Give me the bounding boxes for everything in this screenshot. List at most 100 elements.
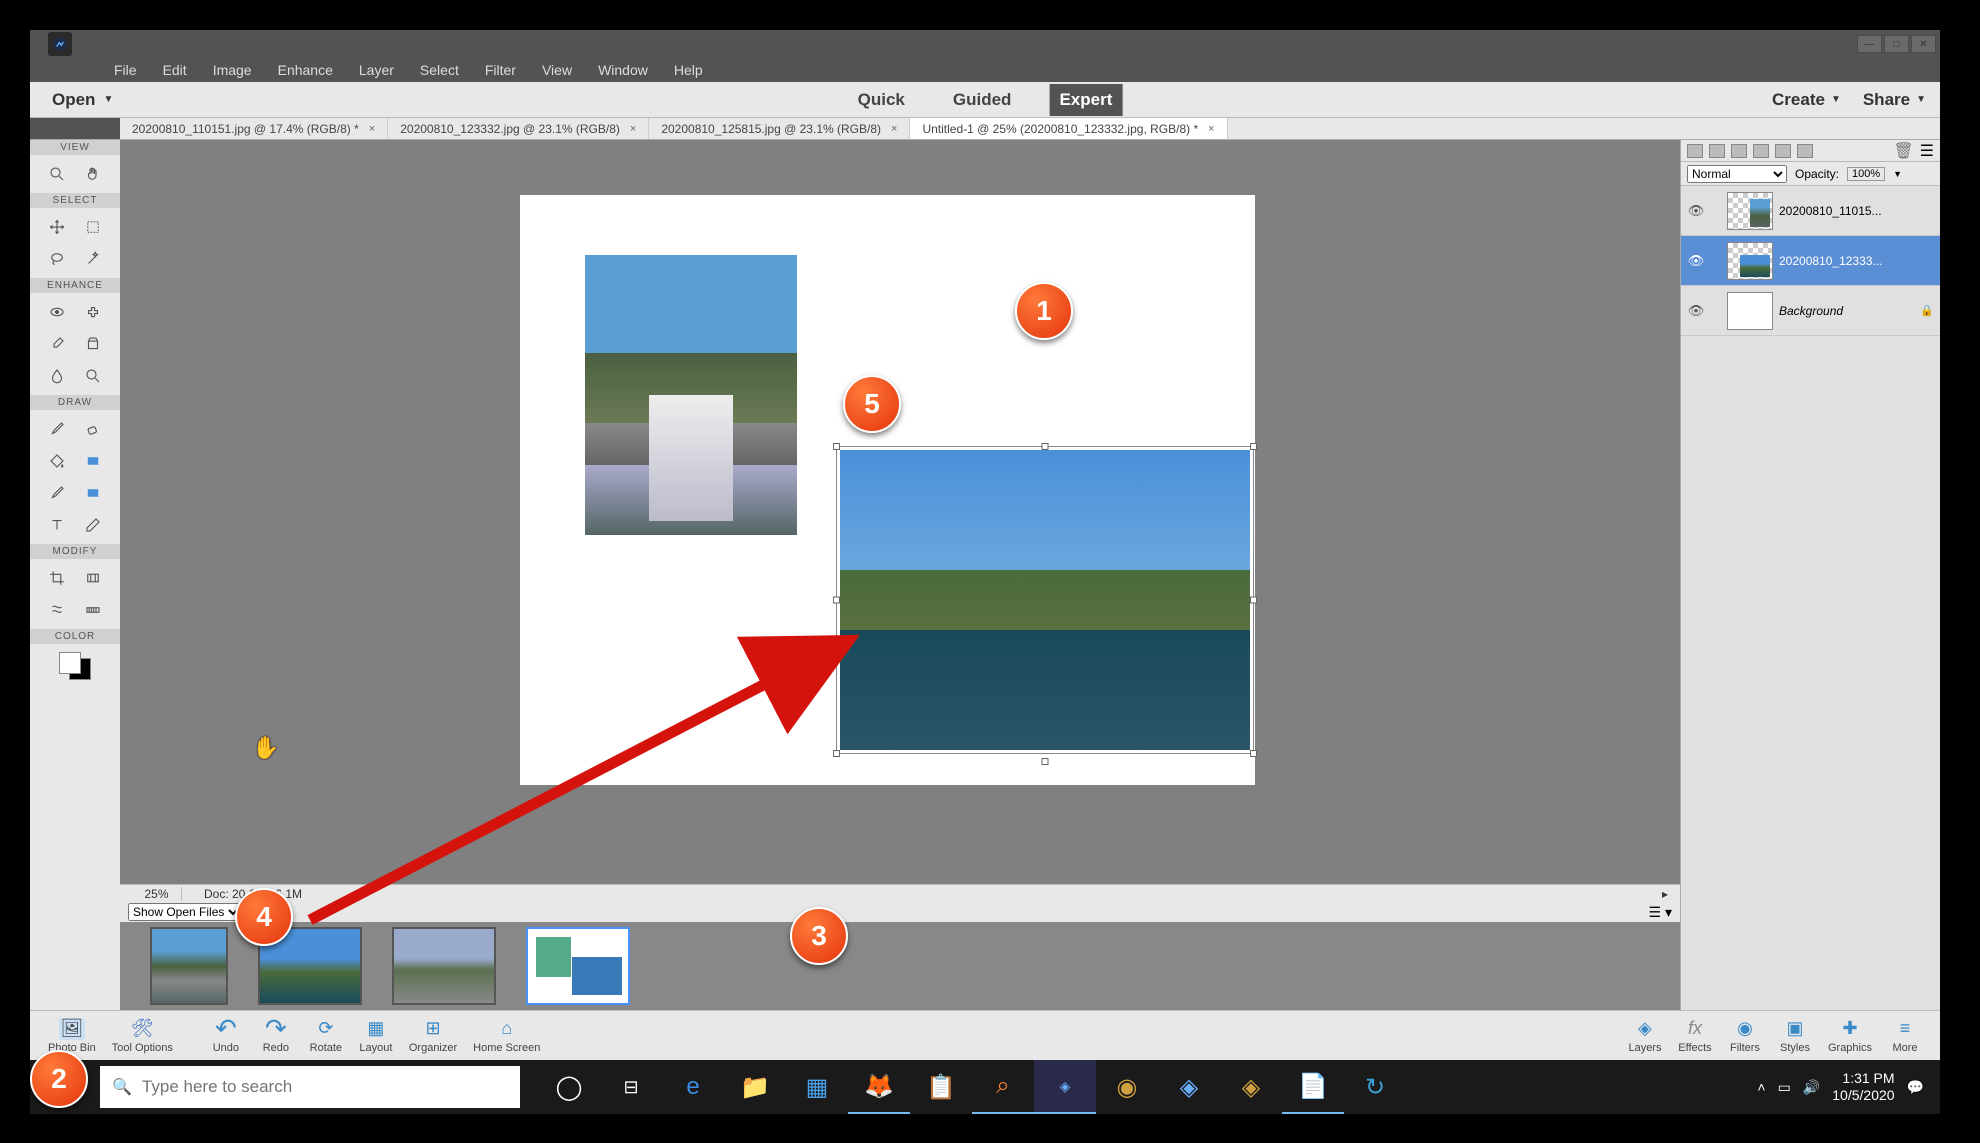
photobin-thumb[interactable] — [150, 927, 228, 1005]
styles-button[interactable]: ▣Styles — [1770, 1018, 1820, 1054]
shape-tool-icon[interactable] — [78, 480, 108, 506]
app-icon[interactable]: ◉ — [1096, 1060, 1158, 1114]
content-move-tool-icon[interactable] — [42, 597, 72, 623]
transform-handle[interactable] — [1042, 443, 1049, 450]
placed-image-waterfall[interactable] — [585, 255, 797, 535]
transform-handle[interactable] — [1250, 597, 1257, 604]
move-tool-icon[interactable] — [42, 214, 72, 240]
doc-tab[interactable]: 20200810_125815.jpg @ 23.1% (RGB/8)× — [649, 118, 910, 139]
pse-icon[interactable]: ◈ — [1034, 1060, 1096, 1114]
undo-button[interactable]: ↶Undo — [201, 1018, 251, 1054]
share-button[interactable]: Share▼ — [1863, 90, 1926, 110]
hand-tool-icon[interactable] — [78, 161, 108, 187]
menu-filter[interactable]: Filter — [473, 60, 528, 80]
menu-enhance[interactable]: Enhance — [266, 60, 345, 80]
layer-name[interactable]: Background — [1779, 304, 1914, 318]
taskbar-search[interactable]: 🔍 — [100, 1066, 520, 1108]
graphics-button[interactable]: ✚Graphics — [1820, 1018, 1880, 1054]
photobin-dropdown[interactable]: Show Open Files — [128, 903, 242, 921]
transform-handle[interactable] — [833, 443, 840, 450]
photobin-thumb[interactable] — [392, 927, 496, 1005]
organizer-button[interactable]: ⊞Organizer — [401, 1018, 465, 1054]
photo-bin-button[interactable]: 🖼Photo Bin — [40, 1018, 104, 1054]
opacity-value[interactable]: 100% — [1847, 167, 1885, 181]
app-icon[interactable]: 📄 — [1282, 1060, 1344, 1114]
close-tab-icon[interactable]: × — [891, 123, 897, 135]
tray-chevron-icon[interactable]: ˄ — [1757, 1079, 1765, 1095]
layer-row[interactable]: 👁 20200810_12333... — [1681, 236, 1940, 286]
search-input[interactable] — [142, 1077, 508, 1097]
layer-row[interactable]: 👁 20200810_11015... — [1681, 186, 1940, 236]
lasso-tool-icon[interactable] — [42, 246, 72, 272]
notification-icon[interactable]: 💬 — [1907, 1079, 1924, 1096]
brush-tool-icon[interactable] — [42, 416, 72, 442]
explorer-icon[interactable]: 📁 — [724, 1060, 786, 1114]
close-tab-icon[interactable]: × — [369, 123, 375, 135]
window-minimize-button[interactable]: — — [1857, 35, 1882, 53]
tray-volume-icon[interactable]: 🔊 — [1803, 1079, 1820, 1096]
doc-tab[interactable]: Untitled-1 @ 25% (20200810_123332.jpg, R… — [910, 118, 1227, 139]
transform-handle[interactable] — [833, 750, 840, 757]
transform-handle[interactable] — [1250, 750, 1257, 757]
layer-thumb[interactable] — [1727, 242, 1773, 280]
zoom-tool-icon[interactable] — [42, 161, 72, 187]
create-button[interactable]: Create▼ — [1772, 90, 1841, 110]
window-close-button[interactable]: ✕ — [1911, 35, 1936, 53]
eyedropper-tool-icon[interactable] — [42, 331, 72, 357]
home-screen-button[interactable]: ⌂Home Screen — [465, 1018, 548, 1054]
task-view-icon[interactable]: ⊟ — [600, 1060, 662, 1114]
window-maximize-button[interactable]: □ — [1884, 35, 1909, 53]
close-tab-icon[interactable]: × — [1208, 123, 1214, 135]
visibility-toggle-icon[interactable]: 👁 — [1687, 253, 1705, 269]
paint-bucket-tool-icon[interactable] — [42, 448, 72, 474]
menu-view[interactable]: View — [530, 60, 584, 80]
visibility-toggle-icon[interactable]: 👁 — [1687, 203, 1705, 219]
effects-button[interactable]: fxEffects — [1670, 1018, 1720, 1054]
tray-network-icon[interactable]: ▭ — [1778, 1079, 1791, 1096]
notes-icon[interactable]: 📋 — [910, 1060, 972, 1114]
lock-icon[interactable] — [1775, 144, 1791, 158]
straighten-tool-icon[interactable] — [78, 597, 108, 623]
menu-image[interactable]: Image — [201, 60, 264, 80]
app-icon[interactable]: ↻ — [1344, 1060, 1406, 1114]
app-icon[interactable]: ◈ — [1158, 1060, 1220, 1114]
gradient-tool-icon[interactable] — [78, 448, 108, 474]
panel-menu-icon[interactable]: ☰ — [1920, 141, 1934, 161]
transform-handle[interactable] — [1042, 758, 1049, 765]
layers-button[interactable]: ◈Layers — [1620, 1018, 1670, 1054]
menu-select[interactable]: Select — [408, 60, 471, 80]
doc-tab[interactable]: 20200810_123332.jpg @ 23.1% (RGB/8)× — [388, 118, 649, 139]
photobin-thumb[interactable] — [526, 927, 630, 1005]
layer-name[interactable]: 20200810_12333... — [1779, 254, 1934, 268]
magic-wand-tool-icon[interactable] — [78, 246, 108, 272]
menu-help[interactable]: Help — [662, 60, 715, 80]
app-icon[interactable]: ◈ — [1220, 1060, 1282, 1114]
pencil-tool-icon[interactable] — [78, 512, 108, 538]
adjustment-layer-icon[interactable] — [1731, 144, 1747, 158]
layer-thumb[interactable] — [1727, 292, 1773, 330]
filters-button[interactable]: ◉Filters — [1720, 1018, 1770, 1054]
clone-stamp-tool-icon[interactable] — [78, 331, 108, 357]
task-view-icon[interactable]: ◯ — [538, 1060, 600, 1114]
eraser-tool-icon[interactable] — [78, 416, 108, 442]
new-group-icon[interactable] — [1709, 144, 1725, 158]
marquee-tool-icon[interactable] — [78, 214, 108, 240]
menu-layer[interactable]: Layer — [347, 60, 406, 80]
firefox-icon[interactable]: 🦊 — [848, 1060, 910, 1114]
blend-mode-select[interactable]: Normal — [1687, 165, 1787, 183]
visibility-toggle-icon[interactable]: 👁 — [1687, 303, 1705, 319]
mode-guided[interactable]: Guided — [943, 84, 1022, 116]
transform-handle[interactable] — [833, 597, 840, 604]
crop-tool-icon[interactable] — [42, 565, 72, 591]
layout-button[interactable]: ▦Layout — [351, 1018, 401, 1054]
menu-window[interactable]: Window — [586, 60, 660, 80]
blur-tool-icon[interactable] — [42, 363, 72, 389]
layer-name[interactable]: 20200810_11015... — [1779, 204, 1934, 218]
open-button[interactable]: Open ▼ — [44, 86, 121, 114]
doc-tab[interactable]: 20200810_110151.jpg @ 17.4% (RGB/8) *× — [120, 118, 388, 139]
trash-icon[interactable]: 🗑 — [1893, 141, 1913, 161]
app-icon[interactable]: ▦ — [786, 1060, 848, 1114]
menu-edit[interactable]: Edit — [151, 60, 199, 80]
redo-button[interactable]: ↷Redo — [251, 1018, 301, 1054]
more-button[interactable]: ≡More — [1880, 1018, 1930, 1054]
